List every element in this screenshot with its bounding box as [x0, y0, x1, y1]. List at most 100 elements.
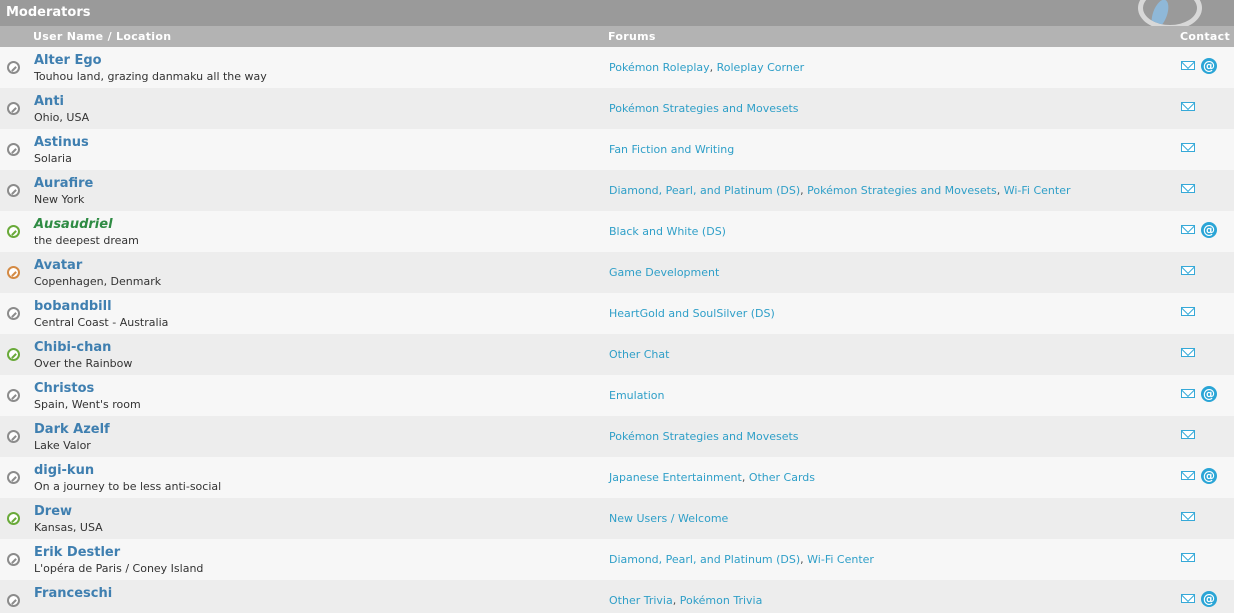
forum-link[interactable]: Other Chat	[609, 348, 669, 361]
mail-icon[interactable]	[1181, 143, 1195, 152]
username-link[interactable]: bobandbill	[34, 299, 112, 314]
panel-title: Moderators	[6, 5, 91, 20]
forum-link[interactable]: Diamond, Pearl, and Platinum (DS)	[609, 553, 800, 566]
forum-link[interactable]: Pokémon Roleplay	[609, 61, 710, 74]
mail-icon[interactable]	[1181, 184, 1195, 193]
username-link[interactable]: Drew	[34, 504, 72, 519]
moderator-row: Christos Spain, Went's room Emulation @	[0, 375, 1234, 416]
forum-list: Black and White (DS)	[609, 211, 726, 252]
forum-link[interactable]: Emulation	[609, 389, 665, 402]
mail-icon[interactable]	[1181, 348, 1195, 357]
forum-link[interactable]: New Users / Welcome	[609, 512, 728, 525]
forum-link[interactable]: Pokémon Strategies and Movesets	[807, 184, 997, 197]
status-offline-icon	[7, 307, 20, 320]
mail-icon[interactable]	[1181, 102, 1195, 111]
forum-list: Pokémon Roleplay, Roleplay Corner	[609, 47, 804, 88]
forum-list: Fan Fiction and Writing	[609, 129, 734, 170]
username-link[interactable]: Dark Azelf	[34, 422, 110, 437]
forum-list: Diamond, Pearl, and Platinum (DS), Pokém…	[609, 170, 1070, 211]
column-header-forums: Forums	[608, 30, 656, 43]
username-link[interactable]: Christos	[34, 381, 94, 396]
username-link[interactable]: Chibi-chan	[34, 340, 111, 355]
forum-separator: ,	[741, 471, 749, 484]
forum-separator: ,	[709, 61, 717, 74]
forum-link[interactable]: Pokémon Trivia	[680, 594, 763, 607]
username-link[interactable]: Anti	[34, 94, 64, 109]
forum-separator: ,	[672, 594, 680, 607]
forum-list: Game Development	[609, 252, 719, 293]
forum-link[interactable]: Roleplay Corner	[717, 61, 805, 74]
user-location: Copenhagen, Denmark	[34, 275, 162, 288]
panel-title-bar: Moderators	[0, 0, 1234, 30]
forum-list: Other Chat	[609, 334, 669, 375]
status-offline-icon	[7, 143, 20, 156]
username-link[interactable]: Aurafire	[34, 176, 93, 191]
moderator-row: Aurafire New York Diamond, Pearl, and Plat…	[0, 170, 1234, 211]
forum-link[interactable]: Pokémon Strategies and Movesets	[609, 102, 799, 115]
mail-icon[interactable]	[1181, 471, 1195, 480]
user-location: New York	[34, 193, 85, 206]
column-header-contact: Contact	[1180, 30, 1231, 43]
status-offline-icon	[7, 471, 20, 484]
username-link[interactable]: Astinus	[34, 135, 89, 150]
at-icon[interactable]: @	[1201, 468, 1217, 484]
user-location: On a journey to be less anti-social	[34, 480, 222, 493]
forum-link[interactable]: Wi-Fi Center	[1004, 184, 1071, 197]
forum-link[interactable]: Fan Fiction and Writing	[609, 143, 734, 156]
mail-icon[interactable]	[1181, 266, 1195, 275]
mail-icon[interactable]	[1181, 307, 1195, 316]
forum-list: Emulation	[609, 375, 665, 416]
forum-link[interactable]: Game Development	[609, 266, 719, 279]
mail-icon[interactable]	[1181, 512, 1195, 521]
forum-link[interactable]: Black and White (DS)	[609, 225, 726, 238]
username-link[interactable]: Franceschi	[34, 586, 112, 601]
moderator-row: Avatar Copenhagen, Denmark Game Developmen…	[0, 252, 1234, 293]
at-icon[interactable]: @	[1201, 222, 1217, 238]
moderator-row: Chibi-chan Over the Rainbow Other Chat	[0, 334, 1234, 375]
moderator-row: Dark Azelf Lake Valor Pokémon Strategies a…	[0, 416, 1234, 457]
column-header-user: User Name / Location	[33, 30, 172, 43]
username-link[interactable]: digi-kun	[34, 463, 94, 478]
mail-icon[interactable]	[1181, 430, 1195, 439]
column-header-row: User Name / Location Forums Contact	[0, 26, 1234, 47]
status-offline-icon	[7, 389, 20, 402]
username-link[interactable]: Avatar	[34, 258, 82, 273]
status-offline-icon	[7, 430, 20, 443]
at-icon[interactable]: @	[1201, 386, 1217, 402]
mail-icon[interactable]	[1181, 225, 1195, 234]
forum-link[interactable]: Other Trivia	[609, 594, 673, 607]
user-location: Central Coast - Australia	[34, 316, 169, 329]
status-online-icon	[7, 512, 20, 525]
at-icon[interactable]: @	[1201, 58, 1217, 74]
moderator-row: Erik Destler L'opéra de Paris / Coney Isl…	[0, 539, 1234, 580]
forum-link[interactable]: Other Cards	[749, 471, 815, 484]
user-location: Ohio, USA	[34, 111, 90, 124]
mail-icon[interactable]	[1181, 389, 1195, 398]
forum-link[interactable]: Wi-Fi Center	[807, 553, 874, 566]
user-location: L'opéra de Paris / Coney Island	[34, 562, 204, 575]
username-link[interactable]: Ausaudriel	[34, 217, 113, 232]
forum-link[interactable]: Pokémon Strategies and Movesets	[609, 430, 799, 443]
status-offline-icon	[7, 553, 20, 566]
user-location: Spain, Went's room	[34, 398, 141, 411]
mail-icon[interactable]	[1181, 594, 1195, 603]
moderator-row: Anti Ohio, USA Pokémon Strategies and Move…	[0, 88, 1234, 129]
forum-link[interactable]: Diamond, Pearl, and Platinum (DS)	[609, 184, 800, 197]
username-link[interactable]: Erik Destler	[34, 545, 120, 560]
status-offline-icon	[7, 594, 20, 607]
user-location: Over the Rainbow	[34, 357, 133, 370]
forum-separator: ,	[996, 184, 1004, 197]
forum-link[interactable]: HeartGold and SoulSilver (DS)	[609, 307, 775, 320]
username-link[interactable]: Alter Ego	[34, 53, 102, 68]
forum-list: Pokémon Strategies and Movesets	[609, 88, 799, 129]
at-icon[interactable]: @	[1201, 591, 1217, 607]
moderator-row: bobandbill Central Coast - Australia Heart…	[0, 293, 1234, 334]
moderator-row: Ausaudriel the deepest dream Black and Whi…	[0, 211, 1234, 252]
mail-icon[interactable]	[1181, 553, 1195, 562]
user-location: Touhou land, grazing danmaku all the way	[34, 70, 267, 83]
mail-icon[interactable]	[1181, 61, 1195, 70]
forum-list: New Users / Welcome	[609, 498, 728, 539]
forum-link[interactable]: Japanese Entertainment	[609, 471, 742, 484]
forum-list: HeartGold and SoulSilver (DS)	[609, 293, 775, 334]
status-offline-icon	[7, 61, 20, 74]
